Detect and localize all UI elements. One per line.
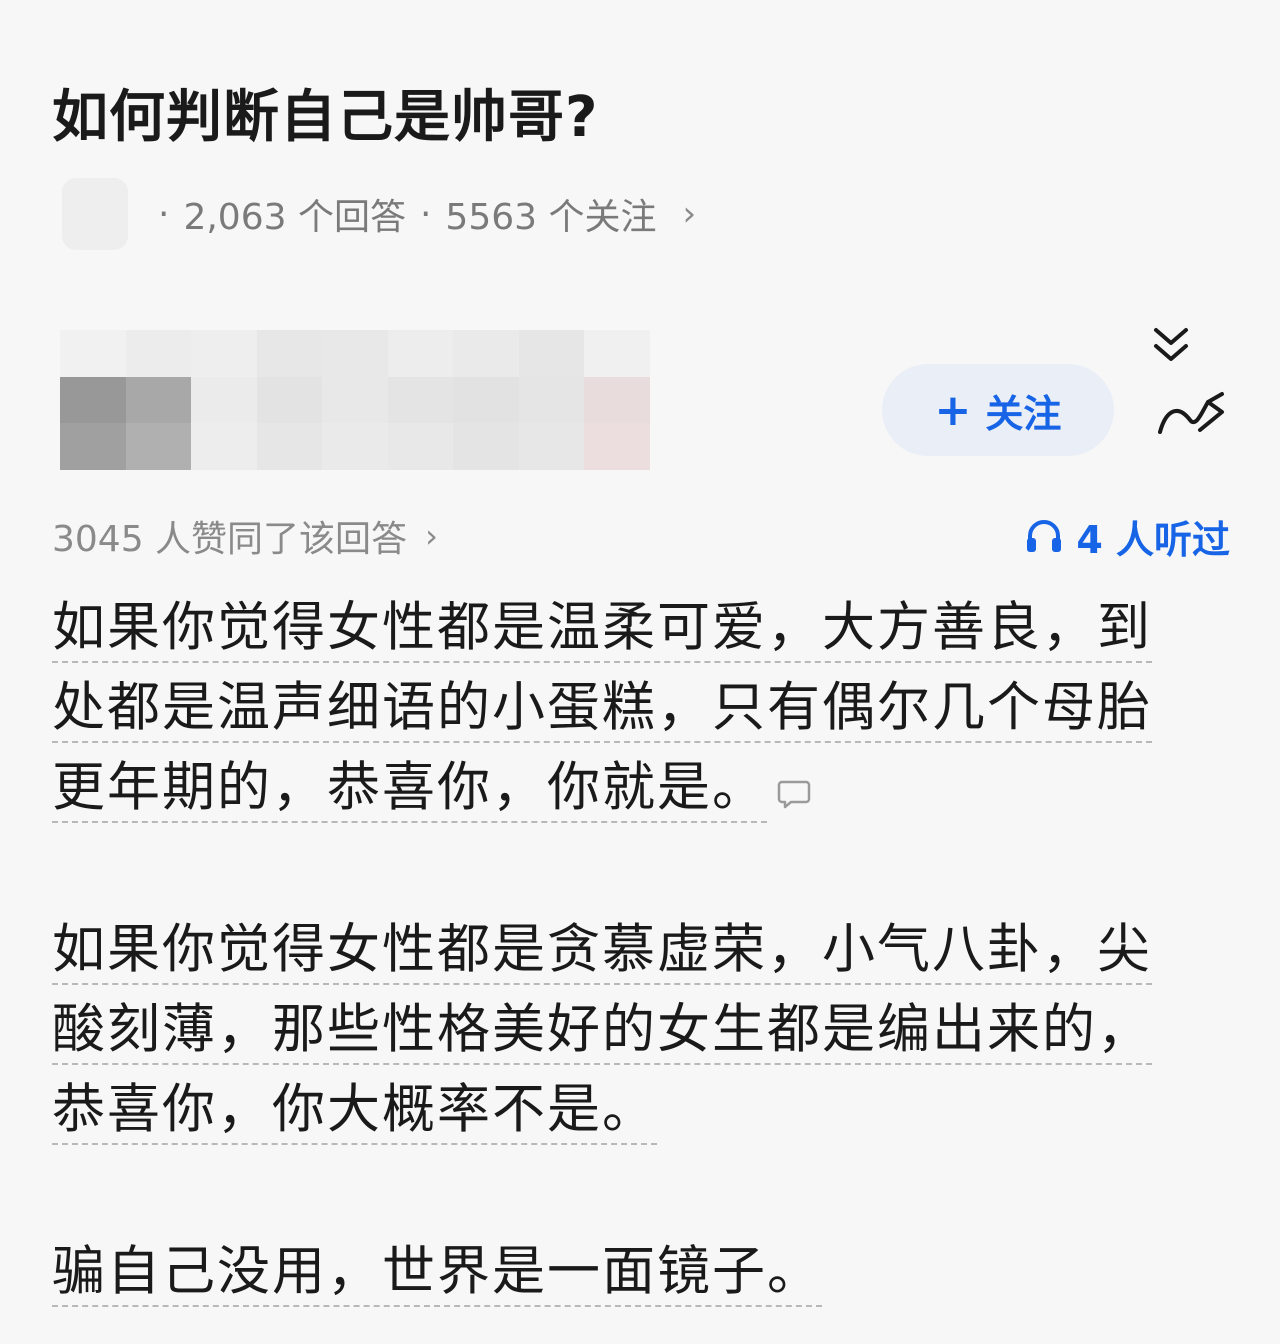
- chevron-right-icon: ›: [425, 517, 438, 555]
- chevron-right-icon: ›: [682, 194, 697, 234]
- follow-label: 关注: [985, 391, 1062, 436]
- question-meta[interactable]: · 2,063 个回答 · 5563 个关注 ›: [62, 178, 696, 250]
- listener-count: 4 人听过: [1076, 517, 1230, 562]
- vote-count-row[interactable]: 3045 人赞同了该回答 ›: [52, 508, 438, 564]
- listen-count-row[interactable]: 4 人听过: [1024, 508, 1230, 564]
- answer-paragraph: 骗自己没用，世界是一面镜子。: [52, 1241, 822, 1302]
- answer-body: 如果你觉得女性都是温柔可爱，大方善良，到处都是温声细语的小蛋糕，只有偶尔几个母胎…: [52, 588, 1202, 1312]
- headphone-icon: [1027, 520, 1062, 552]
- share-icon[interactable]: [1156, 390, 1230, 438]
- answer-paragraph-text: 如果你觉得女性都是温柔可爱，大方善良，到处都是温声细语的小蛋糕，只有偶尔几个母胎…: [52, 597, 1152, 818]
- plus-icon: +: [934, 384, 972, 436]
- follower-count: 5563 个关注: [445, 197, 657, 238]
- answer-count: 2,063 个回答: [183, 197, 406, 238]
- meta-separator: ·: [419, 193, 432, 235]
- answer-paragraph: 如果你觉得女性都是贪慕虚荣，小气八卦，尖酸刻薄，那些性格美好的女生都是编出来的，…: [52, 919, 1152, 1140]
- author-info-pixelated[interactable]: [60, 330, 650, 470]
- collapse-icon[interactable]: [1150, 324, 1192, 368]
- topic-avatar-blurred: [62, 178, 128, 250]
- answer-paragraph: 如果你觉得女性都是温柔可爱，大方善良，到处都是温声细语的小蛋糕，只有偶尔几个母胎…: [52, 588, 1202, 828]
- comment-icon[interactable]: [777, 779, 811, 809]
- follow-button[interactable]: + 关注: [882, 364, 1114, 456]
- meta-separator: ·: [158, 193, 170, 235]
- question-title[interactable]: 如何判断自己是帅哥?: [52, 82, 598, 154]
- vote-count: 3045 人赞同了该回答: [52, 519, 408, 560]
